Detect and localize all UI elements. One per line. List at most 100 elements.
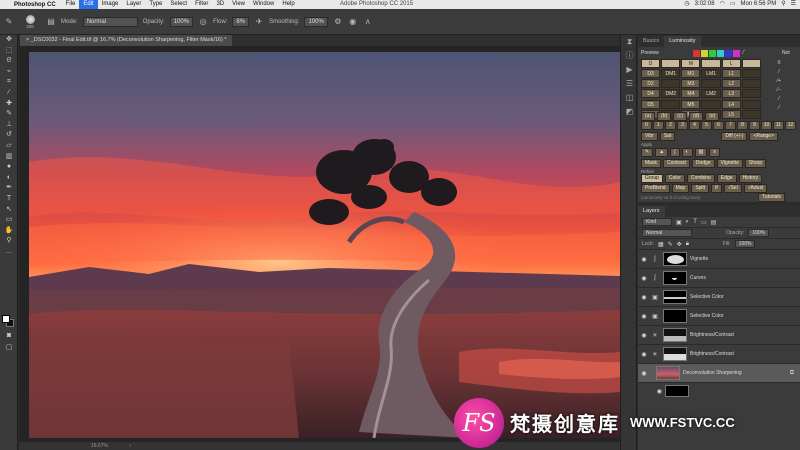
marquee-tool-icon[interactable]: ⬚ xyxy=(0,46,18,57)
more-tools-icon[interactable]: … xyxy=(0,247,18,258)
number-button[interactable]: 5 xyxy=(701,121,712,130)
filter-type-icon[interactable]: T xyxy=(693,219,697,225)
menu-layer[interactable]: Layer xyxy=(122,0,145,9)
dodge-tool-icon[interactable]: ◐ xyxy=(0,173,18,184)
lum-grid-cell[interactable]: L4 xyxy=(721,99,741,109)
dodge-button[interactable]: Dodge xyxy=(691,159,715,168)
map-button[interactable]: Map xyxy=(671,184,690,193)
opacity-field[interactable]: 100% xyxy=(169,16,194,27)
adjustments-icon[interactable]: ◫ xyxy=(621,91,638,105)
menu-select[interactable]: Select xyxy=(166,0,191,9)
lum-grid-cell[interactable] xyxy=(701,79,721,89)
lum-grid-cell[interactable]: L1 xyxy=(721,69,741,79)
eyedropper-tool-icon[interactable]: ⁄ xyxy=(0,88,18,99)
menu-help[interactable]: Help xyxy=(278,0,298,9)
number-button[interactable]: 3 xyxy=(677,121,688,130)
blend-mode-select[interactable]: Normal xyxy=(642,229,692,237)
blue-swatch[interactable] xyxy=(725,50,732,57)
hand-tool-icon[interactable]: ✋ xyxy=(0,226,18,237)
number-button[interactable]: 10 xyxy=(761,121,772,130)
smart-object-thumbnail[interactable] xyxy=(656,366,680,380)
menu-edit[interactable]: Edit xyxy=(79,0,98,9)
apply-hue-icon[interactable]: ◐ xyxy=(681,148,693,157)
layer-name[interactable]: Brightness/Contrast xyxy=(690,332,734,338)
red-swatch[interactable] xyxy=(693,50,700,57)
sat-button[interactable]: Sat xyxy=(659,132,676,141)
edge-button[interactable]: Edge xyxy=(716,174,737,183)
search-icon[interactable]: ⚲ xyxy=(781,0,785,9)
lasso-tool-icon[interactable]: ᘓ xyxy=(0,56,18,67)
list-icon[interactable]: ☰ xyxy=(791,0,796,9)
document-tab[interactable]: × _DSC0032 - Final Edit.tif @ 16.7% (Dec… xyxy=(20,35,233,46)
lum-grid-cell[interactable] xyxy=(741,109,761,119)
number-button[interactable]: 1 xyxy=(653,121,664,130)
smart-filter-icon[interactable]: ⧉ xyxy=(790,370,794,377)
status-arrow-icon[interactable]: › xyxy=(129,443,131,449)
visibility-eye-icon[interactable]: ◉ xyxy=(638,294,650,301)
blur-tool-icon[interactable]: ● xyxy=(0,162,18,173)
symmetry-icon[interactable]: ʌ xyxy=(363,17,373,27)
lum-grid-cell[interactable] xyxy=(701,59,721,68)
tab-basics[interactable]: Basics xyxy=(638,36,664,47)
actions-icon[interactable]: ▶ xyxy=(621,63,638,77)
tutorials-button[interactable]: Tutorials xyxy=(758,193,785,202)
wifi-icon[interactable]: ◠ xyxy=(720,0,725,9)
lum-grid-cell[interactable]: D5 xyxy=(641,99,661,109)
apply-more-icon[interactable]: ≡ xyxy=(709,148,721,157)
layer-row-deconvolution[interactable]: ◉ Deconvolution Sharpening ⧉ xyxy=(638,364,800,383)
number-button[interactable]: 6 xyxy=(713,121,724,130)
layer-row-vignette[interactable]: ◉ ∫ Vignette xyxy=(638,250,800,269)
if-button[interactable]: If xyxy=(711,184,722,193)
lum-grid-cell[interactable]: M3 xyxy=(681,79,701,89)
lum-grid-cell[interactable]: LM1 xyxy=(701,69,721,79)
layer-mask-thumbnail[interactable] xyxy=(663,328,687,342)
mask-button[interactable]: Mask xyxy=(641,159,661,168)
lum-eyedropper-add-icon[interactable]: ⁄ xyxy=(762,95,796,104)
menu-view[interactable]: View xyxy=(228,0,249,9)
layer-mask-thumbnail[interactable] xyxy=(663,252,687,266)
lum-grid-cell[interactable] xyxy=(741,99,761,109)
layer-row-curves[interactable]: ◉ ∫ Curves xyxy=(638,269,800,288)
lum-grid-cell[interactable]: LM2 xyxy=(701,89,721,99)
history-brush-tool-icon[interactable]: ↺ xyxy=(0,130,18,141)
vibr-button[interactable]: Vibr xyxy=(641,132,658,141)
menu-type[interactable]: Type xyxy=(145,0,166,9)
color-eyedropper-icon[interactable]: ⁄ xyxy=(743,50,744,56)
channels-icon[interactable]: ◩ xyxy=(621,105,638,119)
apply-brush-icon[interactable]: ✎ xyxy=(641,148,654,157)
number-button[interactable]: 11 xyxy=(773,121,784,130)
kind-filter-select[interactable]: Kind xyxy=(642,218,672,226)
tab-luminosity[interactable]: Luminosity xyxy=(664,36,701,47)
app-menu[interactable]: Photoshop CC xyxy=(14,2,56,8)
brush-tool-icon[interactable]: ✎ xyxy=(0,109,18,120)
tab-layers[interactable]: Layers xyxy=(638,206,665,217)
combine-button[interactable]: Combine xyxy=(686,174,715,183)
not-button[interactable]: Not xyxy=(782,50,790,56)
clock-icon[interactable]: ◷ xyxy=(684,0,689,9)
airbrush-icon[interactable]: ✈ xyxy=(254,17,264,27)
smoothing-field[interactable]: 100% xyxy=(304,16,328,27)
number-button[interactable]: 4 xyxy=(689,121,700,130)
number-button[interactable]: 8 xyxy=(737,121,748,130)
diff-button[interactable]: Diff (+/-) xyxy=(721,132,748,141)
lum-grid-cell[interactable]: L2 xyxy=(721,79,741,89)
visibility-eye-icon[interactable]: ◉ xyxy=(638,256,650,263)
filter-adjust-icon[interactable]: ◐ xyxy=(686,219,690,225)
lum-grid-cell[interactable]: D2 xyxy=(641,79,661,89)
layer-opacity-field[interactable]: 100% xyxy=(748,229,770,237)
number-button[interactable]: 7 xyxy=(725,121,736,130)
menu-filter[interactable]: Filter xyxy=(191,0,212,9)
lum-grid-cell[interactable] xyxy=(741,79,761,89)
battery-icon[interactable]: ▭ xyxy=(730,0,736,9)
lum-grid-cell[interactable] xyxy=(741,89,761,99)
visibility-eye-icon[interactable]: ◉ xyxy=(638,351,650,358)
history-button[interactable]: History xyxy=(738,174,763,183)
menu-3d[interactable]: 3D xyxy=(212,0,228,9)
type-tool-icon[interactable]: T xyxy=(0,194,18,205)
status-zoom[interactable]: 16.67% xyxy=(91,443,108,449)
shape-tool-icon[interactable]: ▭ xyxy=(0,215,18,226)
filter-smart-icon[interactable]: ▤ xyxy=(711,219,717,226)
apply-fill-icon[interactable]: ▨ xyxy=(694,148,708,157)
pressure-opacity-icon[interactable]: ◎ xyxy=(198,17,208,27)
filter-shape-icon[interactable]: ▭ xyxy=(701,219,707,226)
